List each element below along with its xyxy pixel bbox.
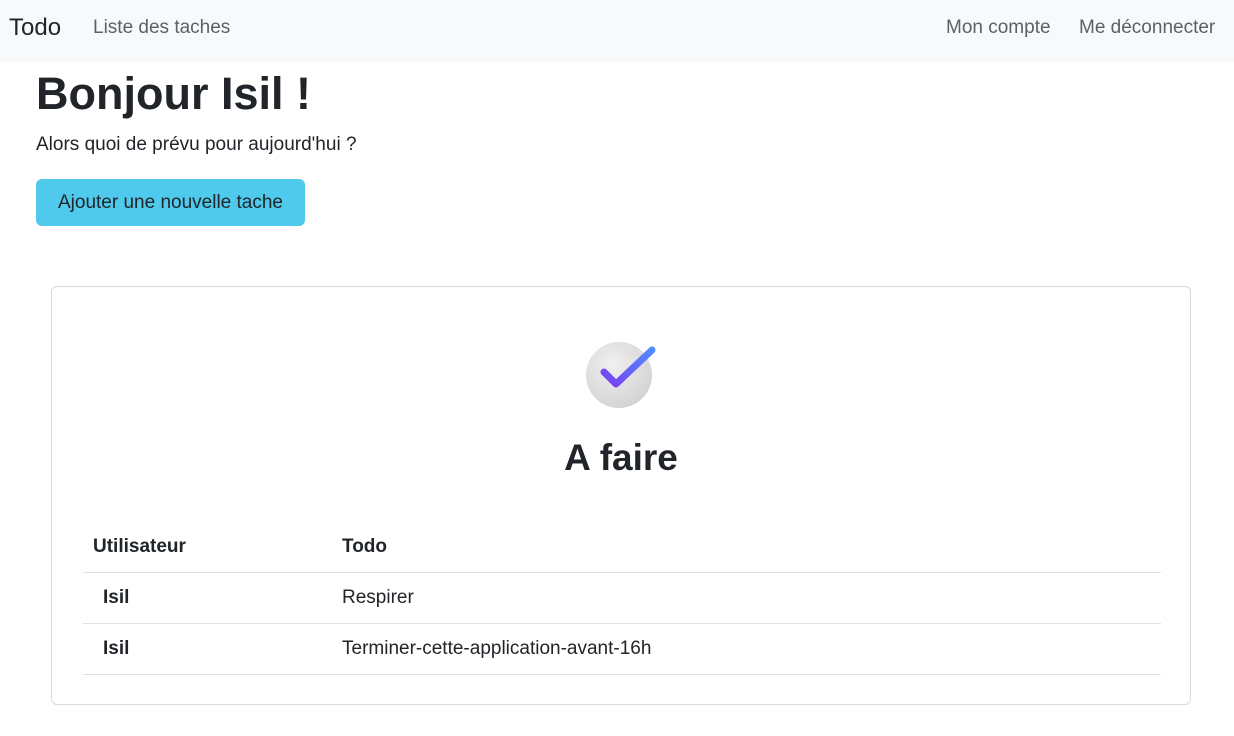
table-cell-user: Isil xyxy=(83,623,332,675)
table-header-row: Utilisateur Todo xyxy=(83,523,1161,573)
add-task-button[interactable]: Ajouter une nouvelle tache xyxy=(36,179,305,226)
card-title: A faire xyxy=(564,437,678,478)
table-cell-todo: Respirer xyxy=(332,572,1161,624)
column-header-user: Utilisateur xyxy=(83,523,332,573)
column-header-todo: Todo xyxy=(332,523,1161,573)
greeting-subtitle: Alors quoi de prévu pour aujourd'hui ? xyxy=(36,134,357,155)
navbar: Todo Liste des taches Mon compte Me déco… xyxy=(0,0,1234,62)
check-icon xyxy=(586,342,656,408)
nav-link-task-list[interactable]: Liste des taches xyxy=(93,17,230,39)
nav-link-my-account[interactable]: Mon compte xyxy=(946,17,1051,39)
table-row: Isil Respirer xyxy=(83,572,1161,624)
greeting-heading: Bonjour Isil ! xyxy=(36,68,311,119)
todo-card: A faire Utilisateur Todo Isil Respirer I… xyxy=(51,286,1191,705)
table-cell-user: Isil xyxy=(83,572,332,624)
table-row: Isil Terminer-cette-application-avant-16… xyxy=(83,623,1161,675)
brand-link[interactable]: Todo xyxy=(9,14,61,42)
nav-link-logout[interactable]: Me déconnecter xyxy=(1079,17,1215,39)
table-cell-todo: Terminer-cette-application-avant-16h xyxy=(332,623,1161,675)
todo-table: Utilisateur Todo Isil Respirer Isil Term… xyxy=(83,523,1161,675)
